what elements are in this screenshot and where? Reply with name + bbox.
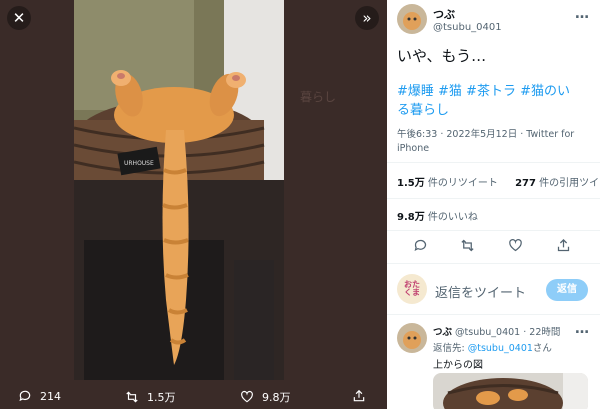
- reply-avatar[interactable]: [397, 323, 427, 353]
- reply-to-prefix: 返信先:: [433, 343, 468, 354]
- heart-icon: [241, 390, 253, 403]
- reply-to-handle[interactable]: @tsubu_0401: [468, 343, 533, 354]
- reply-to-suffix: さん: [532, 343, 552, 354]
- retweets-value: 1.5万: [397, 178, 425, 189]
- reply-header: つぶ @tsubu_0401 · 22時間: [433, 324, 560, 338]
- media-viewer: ✕ » URHOUSE 暮らし 214 1.5万 9.8万: [0, 0, 386, 409]
- heart-icon: [509, 239, 522, 252]
- more-icon: …: [575, 321, 589, 337]
- reply-avatar-image: [397, 323, 427, 353]
- media-action-bar: 214 1.5万 9.8万: [0, 384, 386, 409]
- tweet-meta-line-1[interactable]: 午後6:33 · 2022年5月12日 · Twitter for: [397, 128, 597, 142]
- user-name[interactable]: つぶ: [433, 6, 502, 22]
- more-options-button[interactable]: …: [575, 6, 589, 22]
- divider: [387, 162, 600, 163]
- media-reply-button[interactable]: 214: [18, 389, 61, 403]
- current-user-avatar[interactable]: おたくま: [397, 274, 427, 304]
- user-handle[interactable]: @tsubu_0401: [433, 22, 502, 33]
- hashtags-line-2[interactable]: る暮らし: [397, 101, 597, 120]
- media-like-button[interactable]: 9.8万: [240, 389, 291, 405]
- quotes-value: 277: [515, 178, 536, 189]
- likes-value: 9.8万: [397, 212, 425, 223]
- reply-icon: [414, 239, 427, 252]
- cat-photo: URHOUSE: [74, 0, 284, 380]
- reply-button[interactable]: [413, 238, 428, 257]
- media-reply-count: 214: [40, 389, 61, 403]
- share-button[interactable]: [556, 238, 571, 257]
- share-icon: [353, 389, 365, 402]
- reply-user-name[interactable]: つぶ: [433, 327, 452, 338]
- reply-image[interactable]: [433, 373, 588, 409]
- retweets-label: 件のリツイート: [427, 178, 498, 189]
- reply-user-handle[interactable]: @tsubu_0401: [455, 327, 520, 338]
- avatar[interactable]: [397, 4, 427, 34]
- tweet-text: いや、もう…: [397, 47, 487, 65]
- divider: [387, 230, 600, 231]
- reply-input[interactable]: 返信をツイート: [435, 282, 526, 301]
- divider: [387, 263, 600, 264]
- basket-tag-text: URHOUSE: [124, 160, 154, 167]
- reply-more-button[interactable]: …: [575, 321, 589, 337]
- tweet-meta: 午後6:33 · 2022年5月12日 · Twitter for iPhone: [397, 128, 597, 156]
- reply-text: 上からの図: [433, 360, 483, 371]
- reply-time[interactable]: · 22時間: [523, 327, 560, 338]
- quotes-stat[interactable]: 277 件の引用ツイート: [515, 178, 600, 189]
- likes-label: 件のいいね: [427, 212, 478, 223]
- close-icon: ✕: [12, 9, 26, 27]
- more-icon: …: [575, 6, 589, 22]
- reply-to-line: 返信先: @tsubu_0401さん: [433, 340, 552, 354]
- tweet-hashtags[interactable]: #爆睡 #猫 #茶トラ #猫のい る暮らし: [397, 82, 597, 120]
- reply-image-illustration: [433, 373, 588, 409]
- tweet-meta-line-2[interactable]: iPhone: [397, 142, 597, 156]
- media-retweet-button[interactable]: 1.5万: [125, 389, 176, 405]
- retweets-stat[interactable]: 1.5万 件のリツイート: [397, 178, 498, 189]
- stats-row: 1.5万 件のリツイート 277 件の引用ツイート: [397, 174, 600, 189]
- media-like-count: 9.8万: [262, 391, 291, 404]
- reply-submit-button[interactable]: 返信: [546, 279, 588, 301]
- close-button[interactable]: ✕: [7, 6, 31, 30]
- retweet-button[interactable]: [460, 238, 475, 257]
- divider: [387, 314, 600, 315]
- reply-icon: [19, 390, 31, 402]
- quotes-label: 件の引用ツイート: [539, 178, 600, 189]
- cat-photo-illustration: URHOUSE: [74, 0, 284, 380]
- background-text: 暮らし: [300, 90, 337, 104]
- like-button[interactable]: [508, 238, 523, 257]
- likes-stat[interactable]: 9.8万 件のいいね: [397, 208, 478, 223]
- chevrons-right-icon: »: [362, 9, 372, 27]
- avatar-image: [397, 4, 427, 34]
- tweet-panel: つぶ @tsubu_0401 … いや、もう… #爆睡 #猫 #茶トラ #猫のい…: [387, 0, 600, 409]
- hashtags-line-1[interactable]: #爆睡 #猫 #茶トラ #猫のい: [397, 82, 597, 101]
- divider: [387, 198, 600, 199]
- retweet-icon: [461, 239, 474, 252]
- share-icon: [557, 238, 570, 252]
- expand-button[interactable]: »: [355, 6, 379, 30]
- media-share-button[interactable]: [352, 389, 366, 403]
- media-retweet-count: 1.5万: [147, 391, 176, 404]
- retweet-icon: [126, 391, 138, 403]
- current-user-avatar-text: おたくま: [404, 280, 420, 297]
